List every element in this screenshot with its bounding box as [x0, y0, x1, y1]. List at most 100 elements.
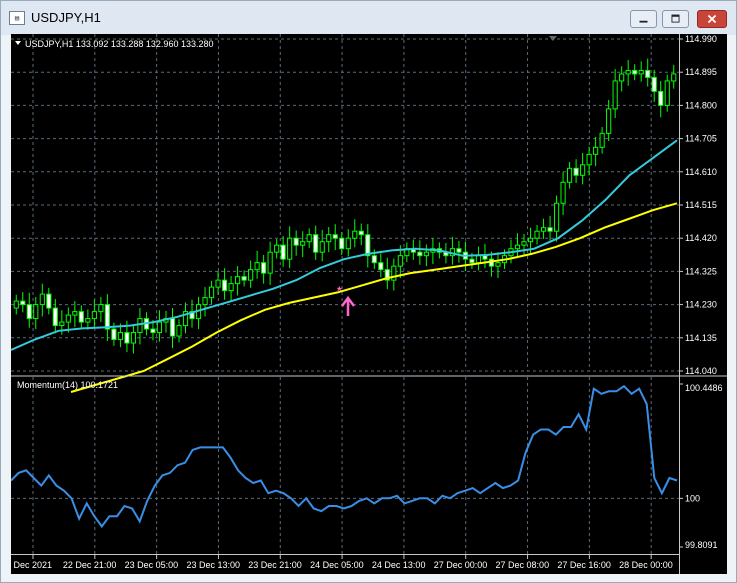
price-tick-label: 114.990	[685, 34, 717, 44]
bull-candle	[267, 251, 273, 274]
time-tick-label: 27 Dec 08:00	[496, 560, 550, 570]
bull-candle	[130, 332, 137, 344]
bull-candle	[586, 153, 592, 166]
bull-candle	[235, 276, 241, 285]
minimize-icon	[639, 20, 648, 23]
bull-candle	[215, 279, 221, 288]
momentum-tick-label: 99.8091	[685, 540, 718, 550]
bull-candle	[117, 332, 123, 341]
bear-candle	[124, 332, 130, 344]
bull-candle	[540, 227, 547, 232]
bear-candle	[169, 318, 176, 337]
bull-candle	[39, 293, 45, 306]
chart-area[interactable]: USDJPY,H1 133.092 133.288 132.960 133.28…	[1, 34, 727, 574]
price-tick-label: 114.040	[685, 366, 717, 376]
bull-candle	[619, 73, 625, 82]
bear-candle	[78, 311, 84, 323]
bull-candle	[33, 304, 39, 320]
bear-candle	[417, 251, 423, 257]
bull-candle	[612, 80, 618, 110]
price-tick-label: 114.325	[685, 266, 717, 276]
bull-candle	[300, 241, 306, 246]
time-tick-label: 24 Dec 13:00	[372, 560, 426, 570]
bull-candle	[475, 255, 482, 264]
bull-candle	[13, 300, 19, 309]
bull-candle	[248, 269, 254, 281]
bear-candle	[332, 234, 338, 239]
price-tick-label: 114.610	[685, 167, 717, 177]
bull-candle	[593, 146, 599, 155]
price-tick-label: 114.895	[685, 67, 717, 77]
bull-candle	[156, 321, 163, 334]
price-tick-label: 114.705	[685, 134, 717, 144]
bull-candle	[534, 230, 540, 239]
bear-candle	[150, 328, 156, 334]
price-tick-label: 114.420	[685, 233, 717, 243]
bear-candle	[52, 307, 58, 327]
bull-candle	[625, 69, 631, 75]
bull-candle	[287, 237, 293, 260]
bull-candle	[397, 255, 403, 267]
bear-candle	[20, 300, 26, 306]
bear-candle	[651, 76, 657, 92]
bull-candle	[599, 132, 605, 148]
time-tick-label: 22 Dec 21:00	[63, 560, 117, 570]
bull-candle	[580, 164, 586, 176]
bear-candle	[365, 234, 371, 257]
close-button[interactable]	[697, 10, 727, 28]
bull-candle	[274, 244, 280, 253]
bear-candle	[469, 258, 475, 264]
bear-candle	[358, 230, 364, 236]
maximize-button[interactable]	[662, 10, 689, 28]
bear-candle	[293, 237, 299, 246]
bull-candle	[254, 262, 260, 271]
bear-candle	[280, 244, 286, 260]
time-tick-label: 23 Dec 21:00	[248, 560, 302, 570]
bull-candle	[208, 286, 215, 299]
minimize-button[interactable]	[630, 10, 657, 28]
bear-candle	[645, 69, 651, 78]
momentum-tick-label: 100.4486	[685, 383, 723, 393]
bull-candle	[638, 69, 644, 75]
bear-candle	[46, 293, 52, 309]
time-tick-label: 23 Dec 13:00	[186, 560, 240, 570]
bear-candle	[573, 167, 579, 176]
bear-candle	[26, 304, 32, 320]
bull-candle	[423, 251, 429, 257]
title-bar[interactable]: ▤ USDJPY,H1	[1, 1, 736, 35]
bull-candle	[495, 262, 501, 267]
bull-candle	[606, 108, 612, 134]
chart-canvas[interactable]: USDJPY,H1 133.092 133.288 132.960 133.28…	[1, 34, 727, 574]
bull-candle	[553, 202, 560, 232]
price-tick-label: 114.230	[685, 300, 717, 310]
bear-candle	[547, 227, 553, 232]
chart-window-icon: ▤	[9, 11, 25, 25]
price-tick-label: 114.135	[685, 333, 717, 343]
bull-candle	[671, 73, 677, 82]
bull-candle	[65, 314, 71, 323]
close-icon	[707, 14, 717, 24]
price-tick-label: 114.515	[685, 200, 717, 210]
bull-candle	[664, 80, 670, 106]
bull-candle	[560, 181, 566, 204]
bull-candle	[527, 237, 534, 243]
bear-candle	[456, 248, 462, 253]
bear-candle	[339, 237, 345, 250]
bull-candle	[176, 325, 182, 337]
bear-candle	[378, 262, 384, 271]
time-tick-label: 27 Dec 16:00	[557, 560, 611, 570]
bull-candle	[72, 311, 78, 316]
time-tick-label: 28 Dec 00:00	[619, 560, 673, 570]
momentum-tick-label: 100	[685, 493, 700, 503]
price-panel-header: USDJPY,H1 133.092 133.288 132.960 133.28…	[25, 39, 214, 49]
bull-candle	[326, 234, 332, 243]
bear-candle	[313, 234, 319, 253]
time-tick-label: 22 Dec 2021	[11, 560, 52, 570]
time-tick-label: 23 Dec 05:00	[125, 560, 179, 570]
chart-background	[11, 34, 727, 574]
bear-candle	[104, 304, 110, 330]
bull-candle	[137, 318, 143, 334]
chart-window: ▤ USDJPY,H1 USDJPY,H1 133.092 133.288 13…	[0, 0, 737, 583]
window-title: USDJPY,H1	[31, 10, 101, 25]
bear-candle	[371, 255, 377, 264]
